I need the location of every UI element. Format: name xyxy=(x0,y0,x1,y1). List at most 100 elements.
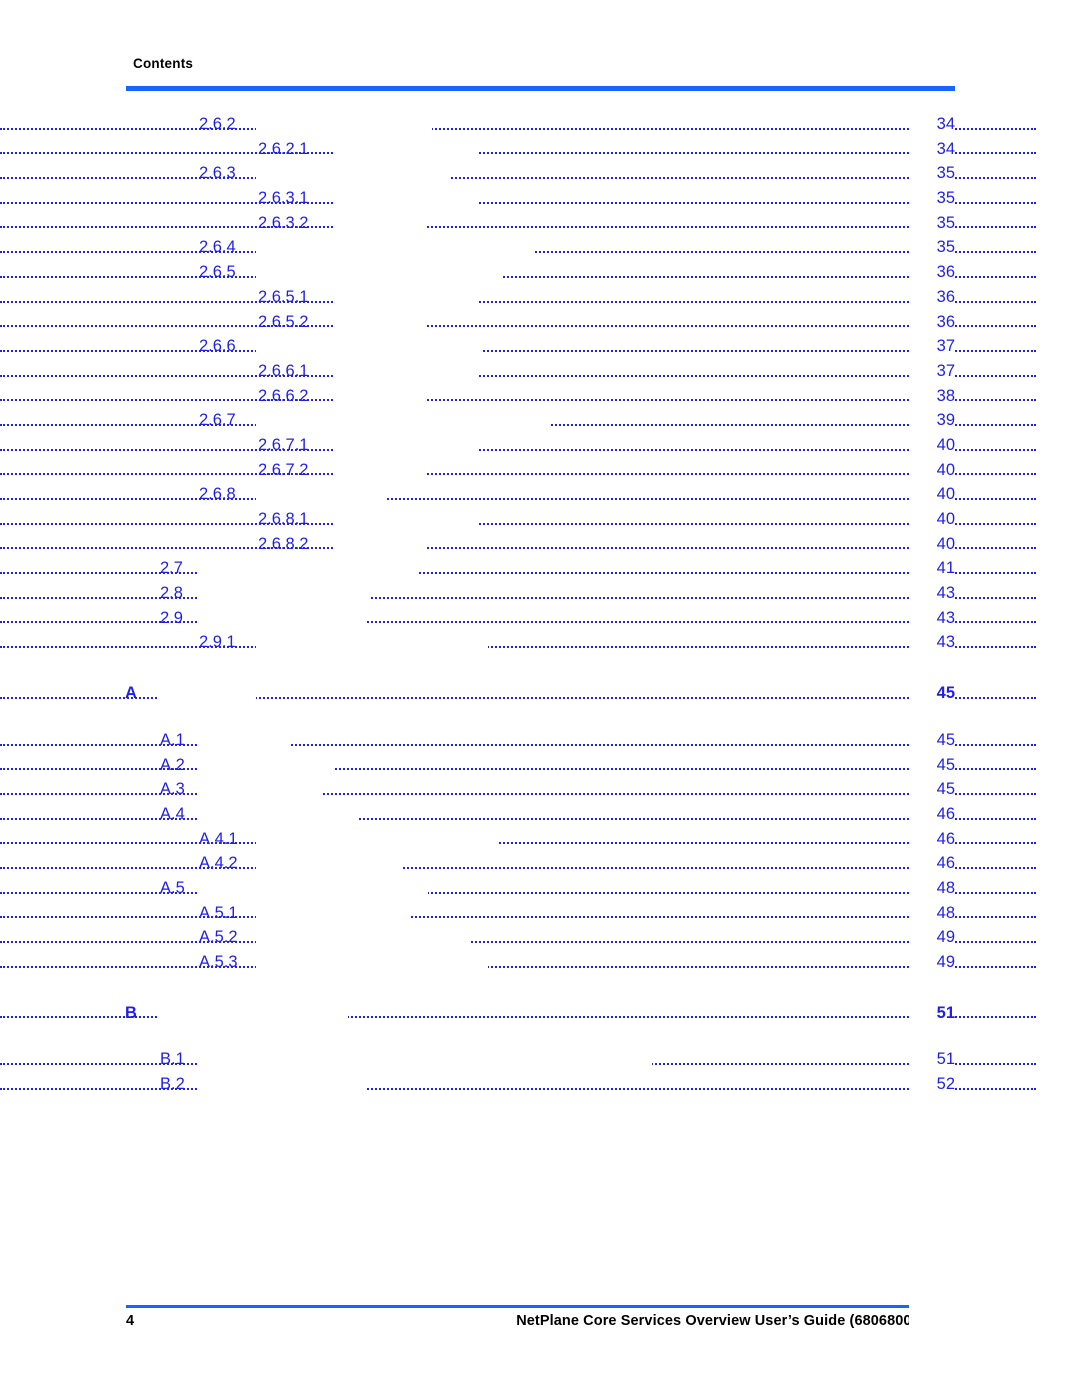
toc-entry-number: A xyxy=(125,684,137,703)
leader-dots xyxy=(0,310,1036,335)
toc-row[interactable]: 2.6.5.1Basic Functionality36 xyxy=(0,284,1080,1397)
leader-dots xyxy=(0,777,1036,802)
toc-entry-number: 2.6.7.1 xyxy=(258,435,309,454)
header-rule xyxy=(126,86,955,91)
toc-row[interactable]: 2.6.4System Resource Monitoring Service3… xyxy=(0,235,1080,1397)
leader-dots xyxy=(0,753,1036,778)
toc-row[interactable]: A.4.1Development Host Prerequisites46 xyxy=(0,826,1080,1397)
leader-mask xyxy=(198,727,290,753)
leader-mask xyxy=(333,432,477,458)
toc-row[interactable]: 2.6.2HPI Integration Service34 xyxy=(0,112,1080,1397)
toc-entry-number: A.3 xyxy=(160,780,185,799)
leader-dots xyxy=(0,556,1036,581)
toc-row[interactable]: B.2Related Specifications52 xyxy=(0,1072,1080,1397)
toc-entry-number: B xyxy=(125,1003,137,1022)
toc-entry-number: 2.6.6 xyxy=(199,337,236,356)
toc-row[interactable]: A.4Building the Samples46 xyxy=(0,801,1080,1397)
leader-dots xyxy=(0,482,1036,507)
leader-mask xyxy=(333,383,427,409)
leader-mask xyxy=(198,1072,367,1097)
toc-row[interactable]: 2.6.5Persistent Store-Restore Service36 xyxy=(0,260,1080,1397)
leader-dots xyxy=(0,1001,1036,1026)
leader-dots xyxy=(0,137,1036,162)
toc-entry-number: 2.6.8.2 xyxy=(258,534,309,553)
leader-mask xyxy=(256,482,386,507)
toc-row[interactable]: 2.6.8.2Architecture40 xyxy=(0,531,1080,1397)
leader-dots xyxy=(0,112,1036,137)
toc-entry-number: 2.6.3.1 xyxy=(258,189,309,208)
toc-entry-number: 2.7 xyxy=(160,559,183,578)
toc-row[interactable]: A.3Toolkit Contents45 xyxy=(0,777,1080,1397)
toc-entry-number: A.5 xyxy=(160,878,185,897)
toc-chapter-row[interactable]: ANCS Toolkit45 xyxy=(0,681,1080,1397)
toc-row[interactable]: 2.8LEAP Portability Layer43 xyxy=(0,581,1080,1397)
leader-dots xyxy=(0,260,1036,285)
leader-dots xyxy=(0,359,1036,384)
toc-chapter-row[interactable]: BRelated Documentation51 xyxy=(0,1000,1080,1397)
toc-row[interactable]: A.4.2"Make" Commands46 xyxy=(0,851,1080,1397)
toc-entry-number: 2.6.6.2 xyxy=(258,386,309,405)
toc-row[interactable]: 2.6.7.2Architecture40 xyxy=(0,457,1080,1397)
toc-row[interactable]: 2.6.7.1Basic Functionality40 xyxy=(0,432,1080,1397)
toc-row[interactable]: 2.9Implementation Notes43 xyxy=(0,605,1080,1397)
toc-entry-number: 2.9.1 xyxy=(199,633,236,652)
toc-row[interactable]: A.1Introduction45 xyxy=(0,727,1080,1397)
leader-mask xyxy=(256,408,550,433)
toc-row[interactable]: 2.9.1Cancelling Application Threads43 xyxy=(0,630,1080,1397)
leader-mask xyxy=(198,605,365,631)
toc-row[interactable]: B.1Motorola Embedded Communications Comp… xyxy=(0,1047,1080,1397)
toc-entry-number: A.1 xyxy=(160,730,185,749)
leader-mask xyxy=(158,1000,348,1026)
toc-row[interactable]: 2.6.8Interface Service40 xyxy=(0,482,1080,1397)
leader-dots xyxy=(0,161,1036,186)
toc-entry-number: 2.6.5.1 xyxy=(258,287,309,306)
leader-dots xyxy=(0,925,1036,950)
toc-entry-number: 2.6.6.1 xyxy=(258,361,309,380)
toc-entry-number: 2.6.2 xyxy=(199,115,236,133)
page-header: Contents xyxy=(133,56,955,72)
leader-mask xyxy=(198,581,369,606)
toc-entry-number: 2.6.8.1 xyxy=(258,510,309,528)
toc-row[interactable]: 2.7Message Distribution Service41 xyxy=(0,556,1080,1397)
leader-mask xyxy=(198,875,428,901)
toc-row[interactable]: 2.6.6.1Basic Functionality37 xyxy=(0,358,1080,1397)
leader-dots xyxy=(0,581,1036,606)
toc-entry-number: 2.6.5.2 xyxy=(258,312,309,331)
toc-row[interactable]: A.5.1Target Prerequisites48 xyxy=(0,900,1080,1397)
toc-row[interactable]: 2.6.3Simple Software Upgrade35 xyxy=(0,161,1080,1397)
leader-mask xyxy=(158,681,256,706)
document-page: Contents 2.6.2HPI Integration Service342… xyxy=(0,0,1080,1397)
toc-row[interactable]: 2.6.5.2Architecture36 xyxy=(0,309,1080,1397)
leader-mask xyxy=(198,556,418,582)
leader-mask xyxy=(333,507,477,532)
leader-mask xyxy=(333,457,427,483)
leader-mask xyxy=(333,284,477,310)
leader-mask xyxy=(256,260,502,285)
toc-row[interactable]: 2.6.8.1Basic Functionality40 xyxy=(0,507,1080,1397)
toc-row[interactable]: 2.6.3.2Architecture35 xyxy=(0,210,1080,1397)
leader-mask xyxy=(333,210,427,236)
toc-row[interactable]: 2.6.6Management Access Services37 xyxy=(0,334,1080,1397)
leader-mask xyxy=(256,235,533,261)
toc-row[interactable]: A.5.2Setting LD_LIBRARY_PATH49 xyxy=(0,925,1080,1397)
toc-entry-page: 52 xyxy=(909,1072,955,1397)
toc-entry-number: A.4.2 xyxy=(199,854,238,873)
leader-mask xyxy=(256,900,409,926)
leader-dots xyxy=(0,950,1036,975)
toc-row[interactable]: A.5.3Running the Sample Programs49 xyxy=(0,950,1080,1397)
leader-mask xyxy=(256,851,403,876)
toc-row[interactable]: 2.6.6.2Architecture38 xyxy=(0,383,1080,1397)
toc-entry-number: 2.6.5 xyxy=(199,263,236,282)
toc-row[interactable]: 2.6.7Message-Based Checkpointing Service… xyxy=(0,408,1080,1397)
leader-dots xyxy=(0,532,1036,557)
toc-entry-number: 2.6.7 xyxy=(199,411,236,430)
leader-dots xyxy=(0,681,1036,706)
toc-row[interactable]: 2.6.2.1Basic Functionality34 xyxy=(0,136,1080,1397)
leader-mask xyxy=(198,777,321,802)
toc-row[interactable]: 2.6.3.1Basic Functionality35 xyxy=(0,186,1080,1397)
toc-row[interactable]: A.2Toolkit Installation45 xyxy=(0,752,1080,1397)
leader-mask xyxy=(256,950,488,975)
toc-row[interactable]: A.5Running the Sample programs48 xyxy=(0,875,1080,1397)
header-label: Contents xyxy=(133,56,194,71)
leader-mask xyxy=(333,186,477,211)
